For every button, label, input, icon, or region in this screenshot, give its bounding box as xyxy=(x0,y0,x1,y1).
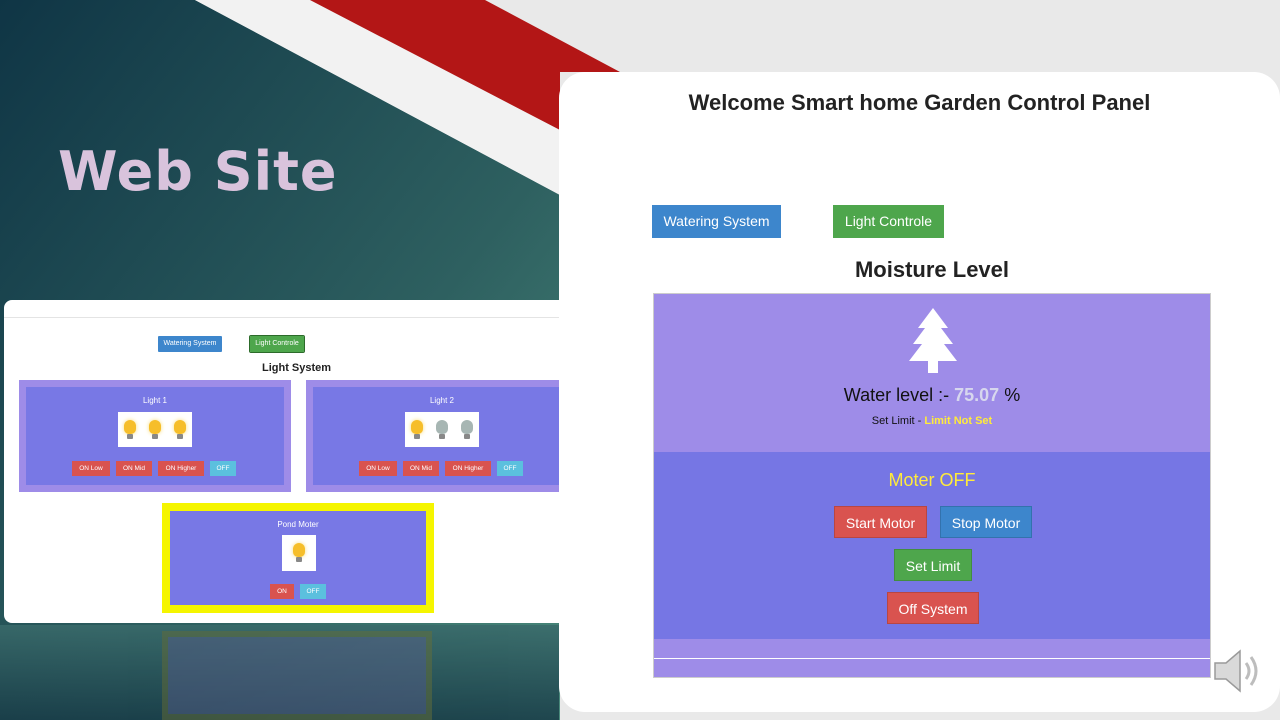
light-1-label: Light 1 xyxy=(142,396,168,405)
light-controle-button[interactable]: Light Controle xyxy=(833,205,944,238)
water-level-value: 75.07 xyxy=(954,385,1000,405)
set-limit-readout: Set Limit - Limit Not Set xyxy=(654,415,1210,427)
moisture-level-title: Moisture Level xyxy=(854,257,1010,282)
light-1-card: Light 1 ON Low ON Mid ON Higher OFF xyxy=(19,380,291,492)
preview-reflection xyxy=(0,625,559,720)
preview-light-button[interactable]: Light Controle xyxy=(249,335,305,353)
light-2-label: Light 2 xyxy=(429,396,455,405)
set-limit-button[interactable]: Set Limit xyxy=(894,549,972,581)
stop-motor-button[interactable]: Stop Motor xyxy=(940,506,1032,538)
water-level-unit: % xyxy=(999,385,1021,405)
light-system-preview: Watering System Light Controle Light Sys… xyxy=(4,300,559,623)
pond-off-button[interactable]: OFF xyxy=(300,584,326,599)
light-1-off-button[interactable]: OFF xyxy=(210,461,236,476)
bulb-icon xyxy=(435,419,448,440)
off-system-button[interactable]: Off System xyxy=(887,592,979,624)
preview-watering-button[interactable]: Watering System xyxy=(158,336,222,352)
bulb-icon xyxy=(148,419,161,440)
pond-on-button[interactable]: ON xyxy=(270,584,294,599)
start-motor-button[interactable]: Start Motor xyxy=(834,506,927,538)
light-2-on-low-button[interactable]: ON Low xyxy=(359,461,397,476)
light-1-on-low-button[interactable]: ON Low xyxy=(72,461,110,476)
motor-status: Moter OFF xyxy=(888,470,976,490)
bulb-icon xyxy=(293,543,305,563)
watering-system-button[interactable]: Watering System xyxy=(652,205,781,238)
light-2-bulbs xyxy=(405,412,479,447)
water-level-readout: Water level :- 75.07 % xyxy=(654,385,1210,406)
bulb-icon xyxy=(411,419,424,440)
speaker-icon[interactable] xyxy=(1212,646,1264,696)
pond-motor-card: Pond Moter ON OFF xyxy=(162,503,434,613)
tree-icon xyxy=(909,308,957,373)
bulb-icon xyxy=(173,419,186,440)
panel-title: Welcome Smart home Garden Control Panel xyxy=(688,90,1151,115)
light-2-on-higher-button[interactable]: ON Higher xyxy=(445,461,491,476)
motor-controls: Moter OFF Start Motor Stop Motor Set Lim… xyxy=(654,452,1210,639)
light-1-on-higher-button[interactable]: ON Higher xyxy=(158,461,204,476)
bulb-icon xyxy=(460,419,473,440)
bulb-icon xyxy=(124,419,137,440)
slide-title: Web Site xyxy=(58,140,338,203)
pond-bulb-box xyxy=(282,535,316,571)
light-system-title: Light System xyxy=(262,362,332,374)
pond-motor-label: Pond Moter xyxy=(277,520,319,529)
water-level-label: Water level :- xyxy=(843,385,955,405)
moisture-box: Water level :- 75.07 % Set Limit - Limit… xyxy=(653,293,1211,678)
light-2-off-button[interactable]: OFF xyxy=(497,461,523,476)
control-panel-preview: Welcome Smart home Garden Control Panel … xyxy=(559,72,1280,712)
light-1-on-mid-button[interactable]: ON Mid xyxy=(116,461,152,476)
set-limit-label: Set Limit - xyxy=(871,415,925,427)
divider xyxy=(654,658,1210,659)
light-2-on-mid-button[interactable]: ON Mid xyxy=(403,461,439,476)
set-limit-value: Limit Not Set xyxy=(924,415,993,427)
light-1-bulbs xyxy=(118,412,192,447)
light-2-card: Light 2 ON Low ON Mid ON Higher OFF xyxy=(306,380,559,492)
